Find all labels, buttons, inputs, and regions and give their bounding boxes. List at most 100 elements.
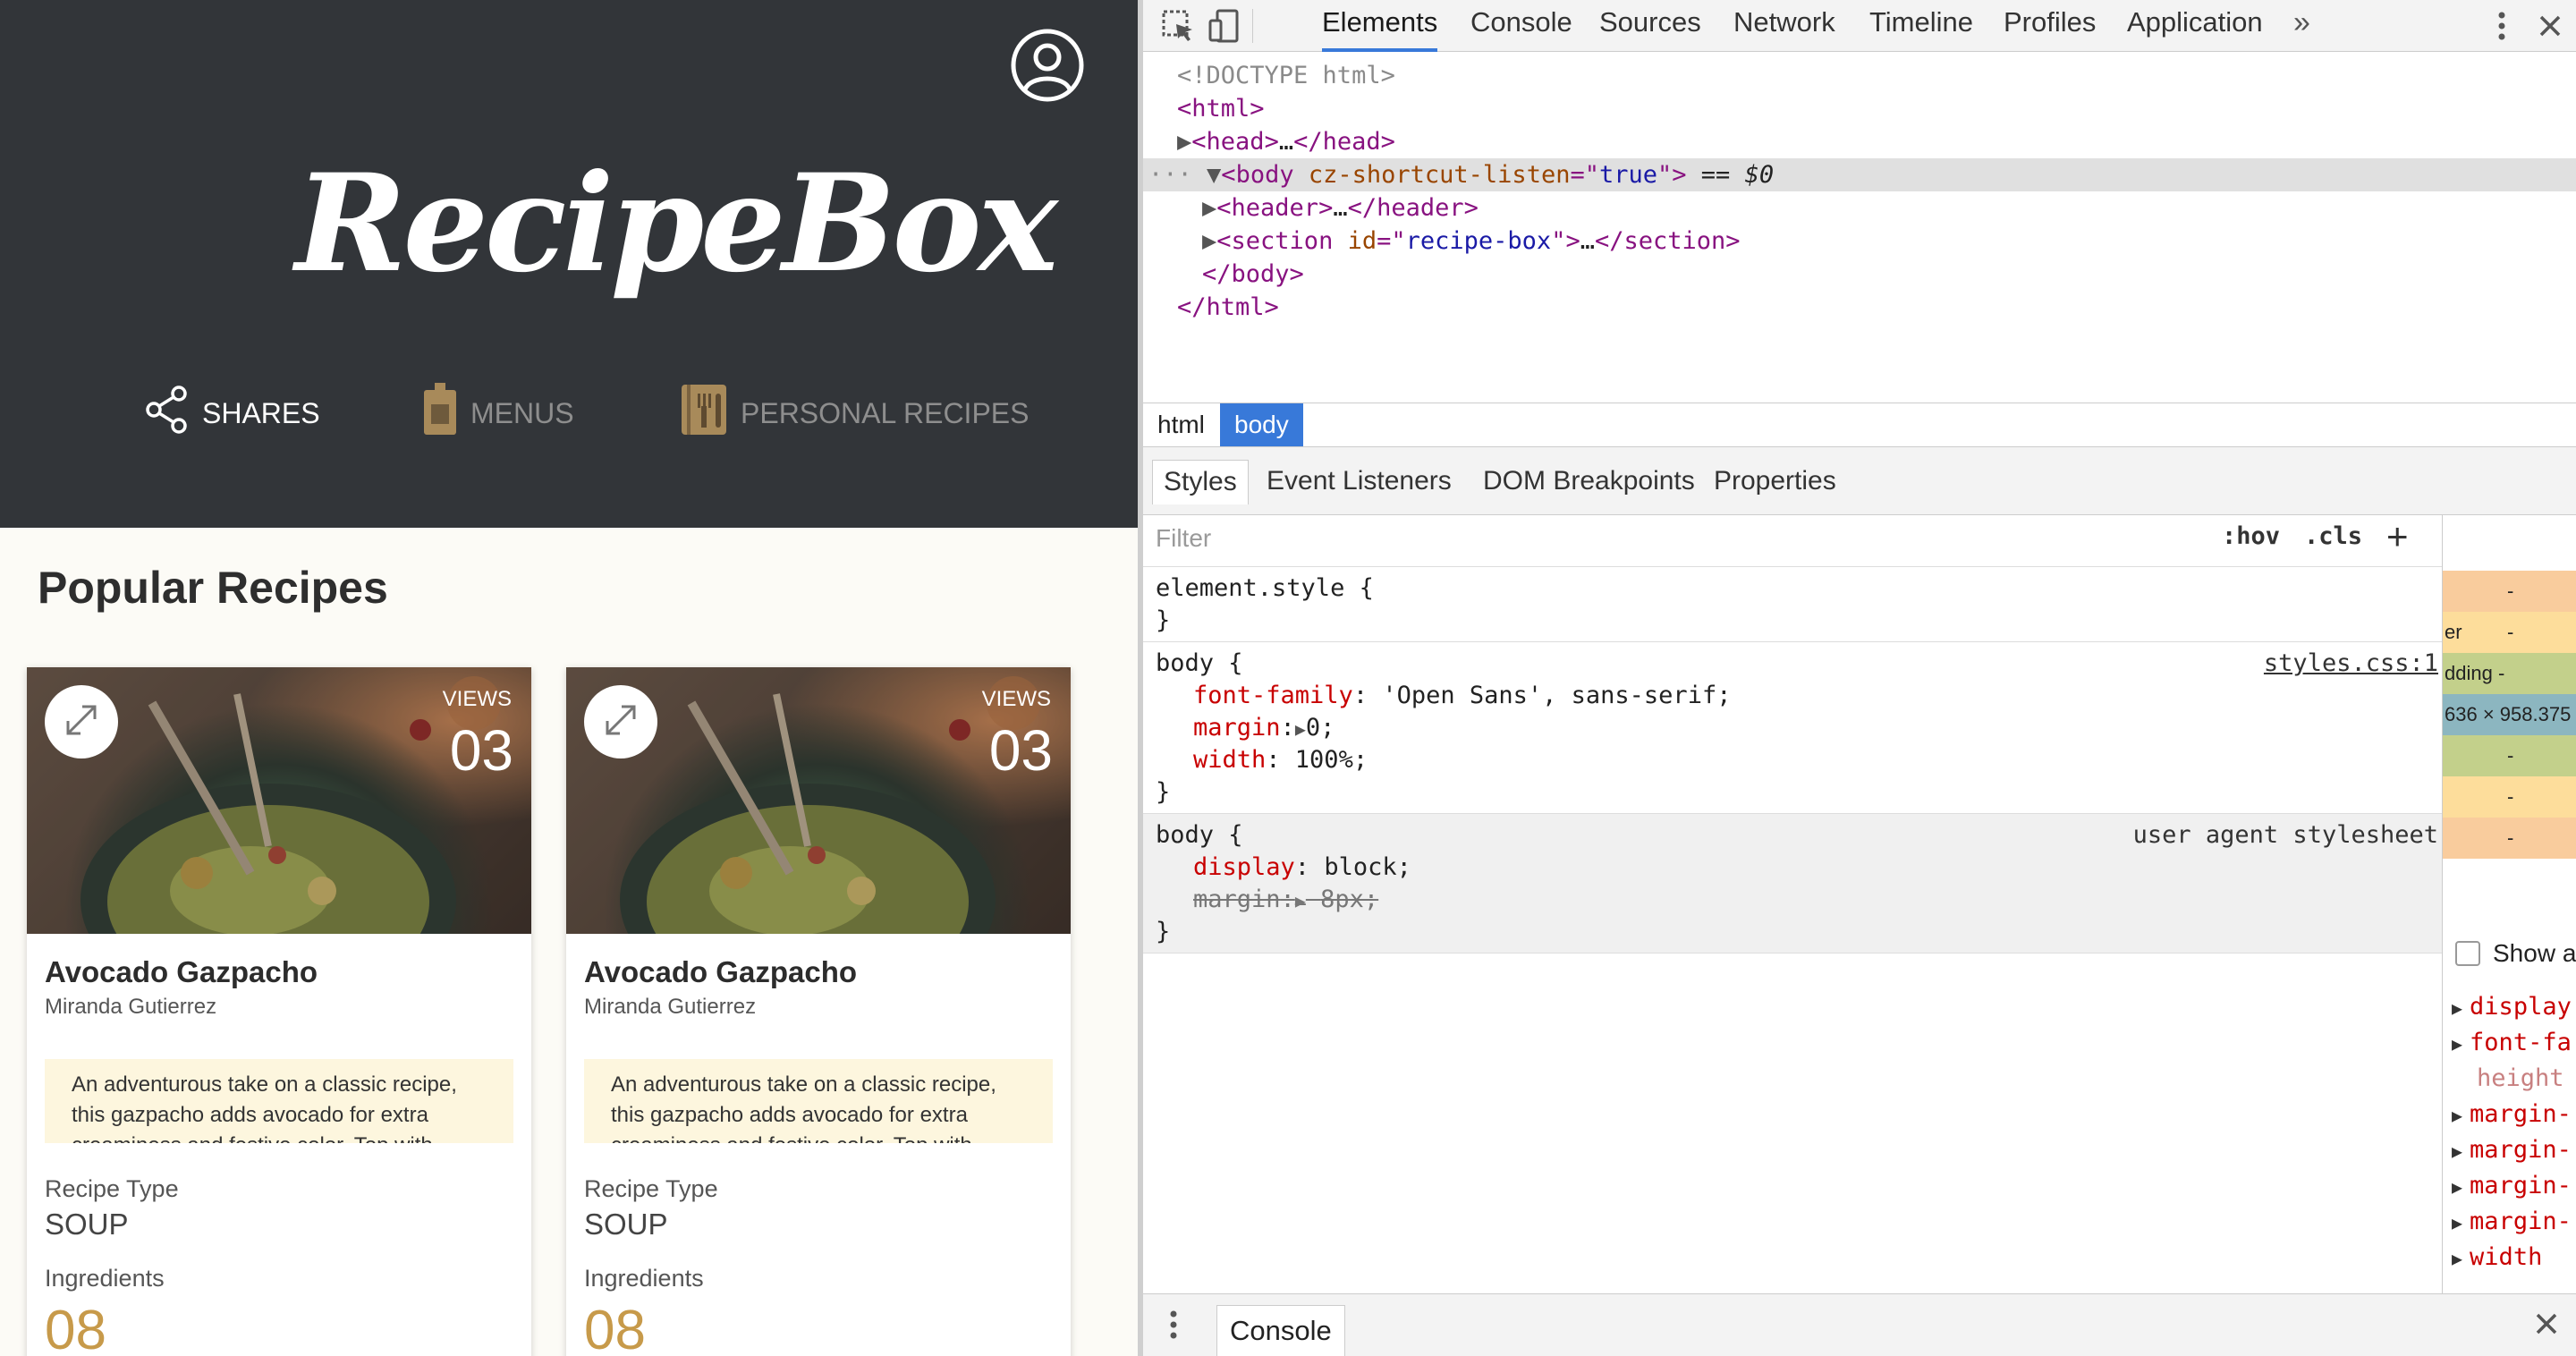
box-border-top[interactable]: er - [2443, 612, 2576, 653]
box-content[interactable]: 636 × 958.375 [2443, 694, 2576, 735]
rule-close-brace: } [1156, 918, 1171, 945]
padding-label: dding - [2445, 662, 2505, 684]
styles-subtabs: Styles Event Listeners DOM Breakpoints P… [1143, 447, 2576, 515]
margin-value: - [2507, 580, 2514, 602]
more-tabs-icon[interactable]: » [2293, 0, 2310, 52]
tab-styles[interactable]: Styles [1152, 460, 1249, 504]
stylesheet-link[interactable]: styles.css:1 [2264, 648, 2438, 680]
body-selector[interactable]: body { [1156, 648, 1243, 680]
tab-event-listeners[interactable]: Event Listeners [1256, 460, 1462, 504]
tab-elements[interactable]: Elements [1322, 0, 1438, 52]
computed-prop-name: margin- [2470, 1172, 2572, 1199]
recipe-name[interactable]: Avocado Gazpacho [45, 955, 318, 989]
prop-margin: margin [1193, 714, 1281, 742]
nav-shares[interactable]: SHARES [145, 383, 320, 444]
drawer-menu-icon[interactable] [1168, 1309, 1179, 1345]
dom-html-close[interactable]: </html> [1177, 291, 1279, 324]
new-rule-icon[interactable]: + [2386, 515, 2409, 558]
ellipsis: … [1278, 128, 1294, 156]
decl-margin[interactable]: margin:▶0; [1193, 712, 1335, 744]
styles-filter-row: Filter :hov .cls + [1143, 515, 2442, 567]
collapse-arrow-icon[interactable]: ▼ [1207, 161, 1221, 189]
decl-font-family[interactable]: font-family: 'Open Sans', sans-serif; [1193, 680, 1731, 712]
recipe-type-value: SOUP [45, 1208, 129, 1241]
box-margin-bottom[interactable]: - [2443, 818, 2576, 859]
menu-book-icon [422, 383, 458, 444]
dom-body-close[interactable]: </body> [1202, 258, 1304, 291]
decl-width[interactable]: width: 100%; [1193, 744, 1368, 776]
prop-display: display [1193, 853, 1295, 881]
drawer-tab-console[interactable]: Console [1216, 1305, 1345, 1356]
computed-width[interactable]: ▶ width [2452, 1240, 2542, 1275]
user-account-icon[interactable] [1009, 27, 1086, 104]
filter-input[interactable]: Filter [1156, 524, 1211, 553]
ellipsis: … [1333, 194, 1348, 222]
dom-doctype[interactable]: <!DOCTYPE html> [1177, 59, 1395, 92]
tab-application[interactable]: Application [2127, 0, 2263, 52]
close-drawer-icon[interactable] [2535, 1312, 2558, 1340]
breadcrumb-html[interactable]: html [1143, 403, 1219, 446]
tab-properties[interactable]: Properties [1703, 460, 1847, 504]
tab-profiles[interactable]: Profiles [2004, 0, 2096, 52]
element-style-selector[interactable]: element.style { [1156, 572, 1374, 605]
user-agent-label: user agent stylesheet [2132, 821, 2438, 849]
show-all-checkbox[interactable] [2455, 941, 2480, 966]
tab-console[interactable]: Console [1470, 0, 1572, 52]
recipe-image[interactable]: VIEWS 03 [566, 667, 1071, 934]
show-all-toggle[interactable]: Show a [2455, 939, 2576, 968]
recipe-image[interactable]: VIEWS 03 [27, 667, 531, 934]
ingredients-count: 08 [45, 1300, 106, 1356]
hov-toggle[interactable]: :hov [2222, 522, 2280, 550]
computed-prop-name: margin- [2470, 1100, 2572, 1128]
close-devtools-icon[interactable] [2529, 5, 2571, 47]
dom-head[interactable]: ▶<head>…</head> [1177, 125, 1395, 158]
breadcrumb-body[interactable]: body [1220, 403, 1303, 446]
box-padding-bottom[interactable]: - [2443, 735, 2576, 776]
devtools-toolbar: Elements Console Sources Network Timelin… [1143, 0, 2576, 52]
box-margin-top[interactable]: - [2443, 571, 2576, 612]
dom-section[interactable]: ▶<section id="recipe-box">…</section> [1202, 225, 1741, 258]
computed-margin[interactable]: ▶ margin- [2452, 1168, 2572, 1204]
section-attr-value: recipe-box [1405, 227, 1552, 255]
tab-network[interactable]: Network [1733, 0, 1835, 52]
dom-header[interactable]: ▶<header>…</header> [1202, 191, 1479, 225]
html-close-tag: html [1206, 293, 1265, 321]
dom-body-selected[interactable]: ··· ▼<body cz-shortcut-listen="true"> ==… [1143, 158, 2576, 191]
computed-prop-name: display [2470, 993, 2572, 1021]
recipe-author: Miranda Gutierrez [584, 995, 757, 1019]
computed-margin[interactable]: ▶ margin- [2452, 1204, 2572, 1240]
computed-margin[interactable]: ▶ margin- [2452, 1132, 2572, 1168]
recipe-name[interactable]: Avocado Gazpacho [584, 955, 857, 989]
computed-height[interactable]: height [2452, 1061, 2564, 1097]
computed-display[interactable]: ▶ display [2452, 989, 2572, 1025]
dom-html-open[interactable]: <html> [1177, 92, 1265, 125]
ingredients-label: Ingredients [584, 1265, 704, 1292]
box-padding-top[interactable]: dding - [2443, 653, 2576, 694]
section-tag-close: section [1623, 227, 1726, 255]
inspect-element-icon[interactable] [1157, 5, 1199, 47]
nav-menus[interactable]: MENUS [422, 383, 574, 444]
box-border-bottom[interactable]: - [2443, 776, 2576, 818]
nav-personal-recipes[interactable]: PERSONAL RECIPES [680, 383, 1029, 444]
cls-toggle[interactable]: .cls [2304, 522, 2362, 550]
ingredients-count: 08 [584, 1300, 646, 1356]
recipe-card[interactable]: VIEWS 03 Avocado Gazpacho Miranda Gutier… [27, 667, 531, 1356]
val-display: block; [1324, 853, 1411, 881]
expand-arrow-icon[interactable]: ▶ [1202, 194, 1216, 222]
computed-font-family[interactable]: ▶ font-fa [2452, 1025, 2572, 1061]
html-tag: html [1191, 95, 1250, 123]
customize-menu-icon[interactable] [2481, 5, 2522, 47]
expand-arrow-icon[interactable]: ▶ [1202, 227, 1216, 255]
decl-display: display: block; [1193, 853, 1411, 881]
device-toolbar-icon[interactable] [1204, 5, 1245, 47]
computed-margin[interactable]: ▶ margin- [2452, 1097, 2572, 1132]
expand-arrow-icon[interactable]: ▶ [1177, 128, 1191, 156]
expand-button[interactable] [45, 685, 118, 759]
tab-sources[interactable]: Sources [1599, 0, 1701, 52]
app-logo[interactable]: RecipeBox [295, 134, 1058, 313]
tab-timeline[interactable]: Timeline [1869, 0, 1973, 52]
ingredients-label: Ingredients [45, 1265, 165, 1292]
expand-button[interactable] [584, 685, 657, 759]
recipe-card[interactable]: VIEWS 03 Avocado Gazpacho Miranda Gutier… [566, 667, 1071, 1356]
tab-dom-breakpoints[interactable]: DOM Breakpoints [1472, 460, 1706, 504]
